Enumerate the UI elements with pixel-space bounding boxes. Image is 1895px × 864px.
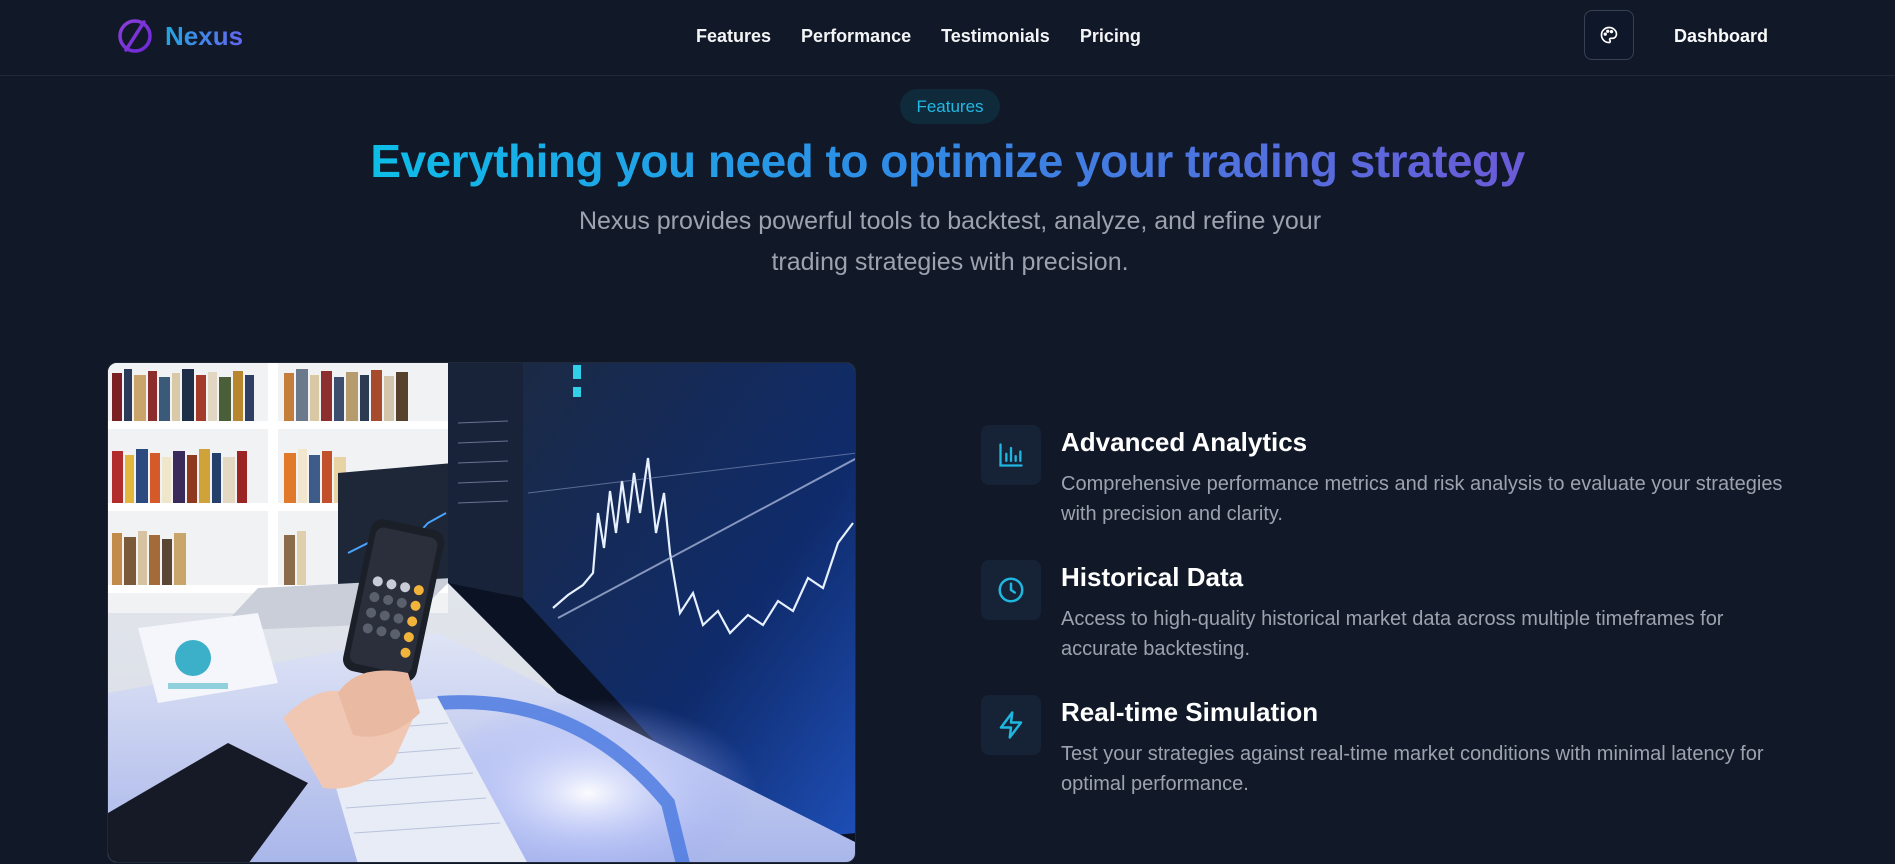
feature-description: Test your strategies against real-time m…	[1061, 743, 1764, 795]
lightning-icon	[999, 711, 1023, 739]
nexus-logo-icon	[118, 19, 152, 53]
page-title-text: Everything you need to optimize your tra…	[370, 135, 1525, 187]
nav-link-features[interactable]: Features	[696, 22, 771, 50]
trading-desk-photo	[107, 362, 856, 863]
brand-link[interactable]: Nexus	[115, 14, 243, 58]
feature-icon-container	[981, 560, 1041, 620]
nav-link-pricing[interactable]: Pricing	[1080, 22, 1141, 50]
feature-icon-container	[981, 695, 1041, 755]
page-subtitle: Nexus provides powerful tools to backtes…	[578, 207, 1322, 276]
feature-title: Historical Data	[1061, 562, 1244, 592]
dashboard-button[interactable]: Dashboard	[1650, 16, 1792, 56]
feature-description: Comprehensive performance metrics and ri…	[1061, 473, 1783, 525]
feature-title: Advanced Analytics	[1061, 427, 1308, 457]
nav-link-performance[interactable]: Performance	[801, 22, 911, 50]
nav-link-testimonials[interactable]: Testimonials	[941, 22, 1050, 50]
page-title: Everything you need to optimize your tra…	[0, 134, 1895, 188]
navbar: Nexus Features Performance Testimonials …	[0, 0, 1895, 76]
brand-name: Nexus	[165, 20, 244, 51]
trading-desk-illustration	[108, 363, 855, 862]
section-badge: Features	[900, 89, 1000, 124]
feature-description: Access to high-quality historical market…	[1061, 608, 1724, 660]
feature-icon-container	[981, 425, 1041, 485]
palette-icon	[1600, 26, 1618, 44]
main-nav: Features Performance Testimonials Pricin…	[696, 22, 1141, 50]
feature-title: Real-time Simulation	[1061, 697, 1319, 727]
clock-icon	[998, 577, 1024, 603]
bar-chart-icon	[999, 443, 1023, 467]
theme-toggle-button[interactable]	[1584, 10, 1634, 60]
